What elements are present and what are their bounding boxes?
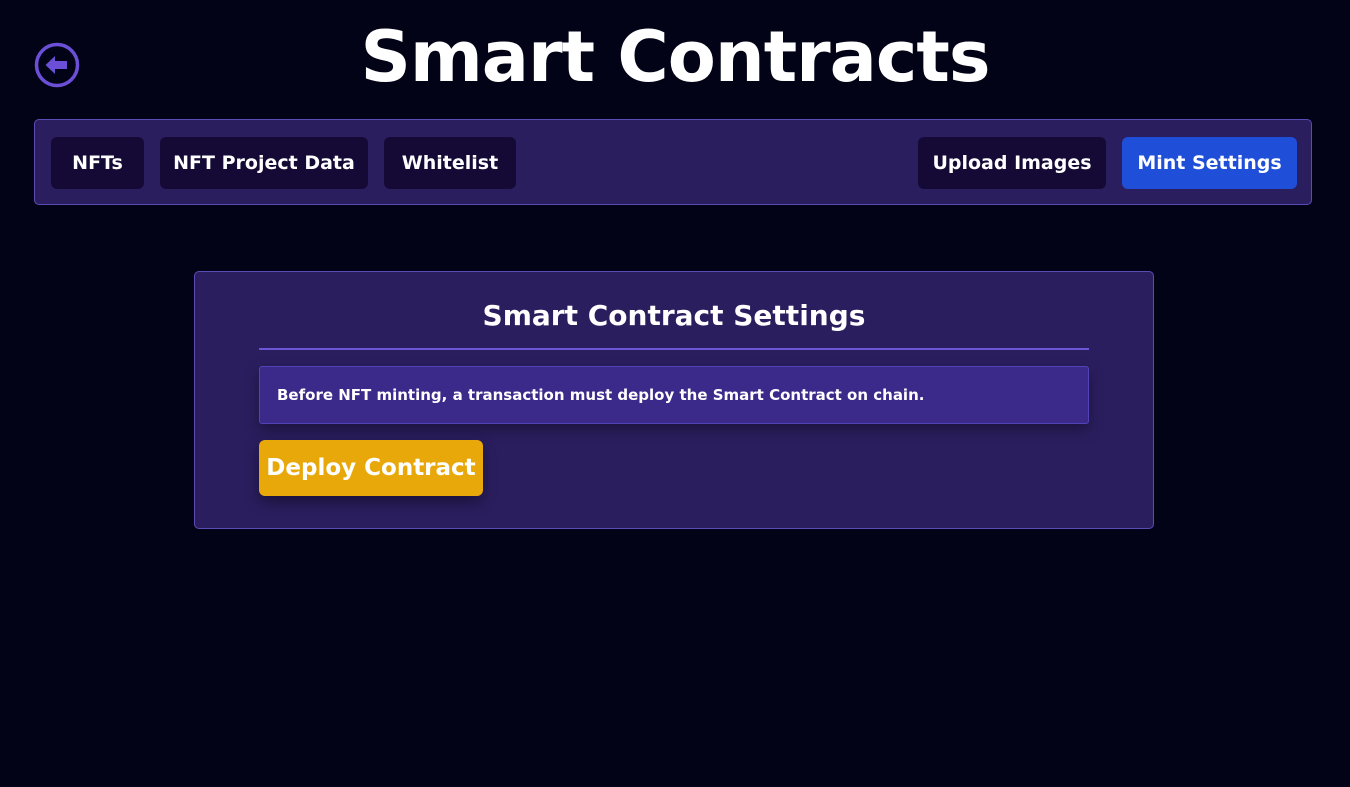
tab-nfts[interactable]: NFTs: [51, 137, 144, 189]
tab-mint-settings[interactable]: Mint Settings: [1122, 137, 1297, 189]
nav-bar: NFTs NFT Project Data Whitelist Upload I…: [34, 119, 1312, 205]
tab-upload-images[interactable]: Upload Images: [918, 137, 1106, 189]
smart-contract-settings-card: Smart Contract Settings Before NFT minti…: [194, 271, 1154, 529]
page-title: Smart Contracts: [360, 16, 990, 98]
deploy-contract-button[interactable]: Deploy Contract: [259, 440, 483, 496]
tab-nft-project-data[interactable]: NFT Project Data: [160, 137, 368, 189]
tab-whitelist[interactable]: Whitelist: [384, 137, 516, 189]
deploy-notice: Before NFT minting, a transaction must d…: [259, 366, 1089, 424]
settings-title: Smart Contract Settings: [482, 299, 866, 332]
title-divider: [259, 348, 1089, 350]
